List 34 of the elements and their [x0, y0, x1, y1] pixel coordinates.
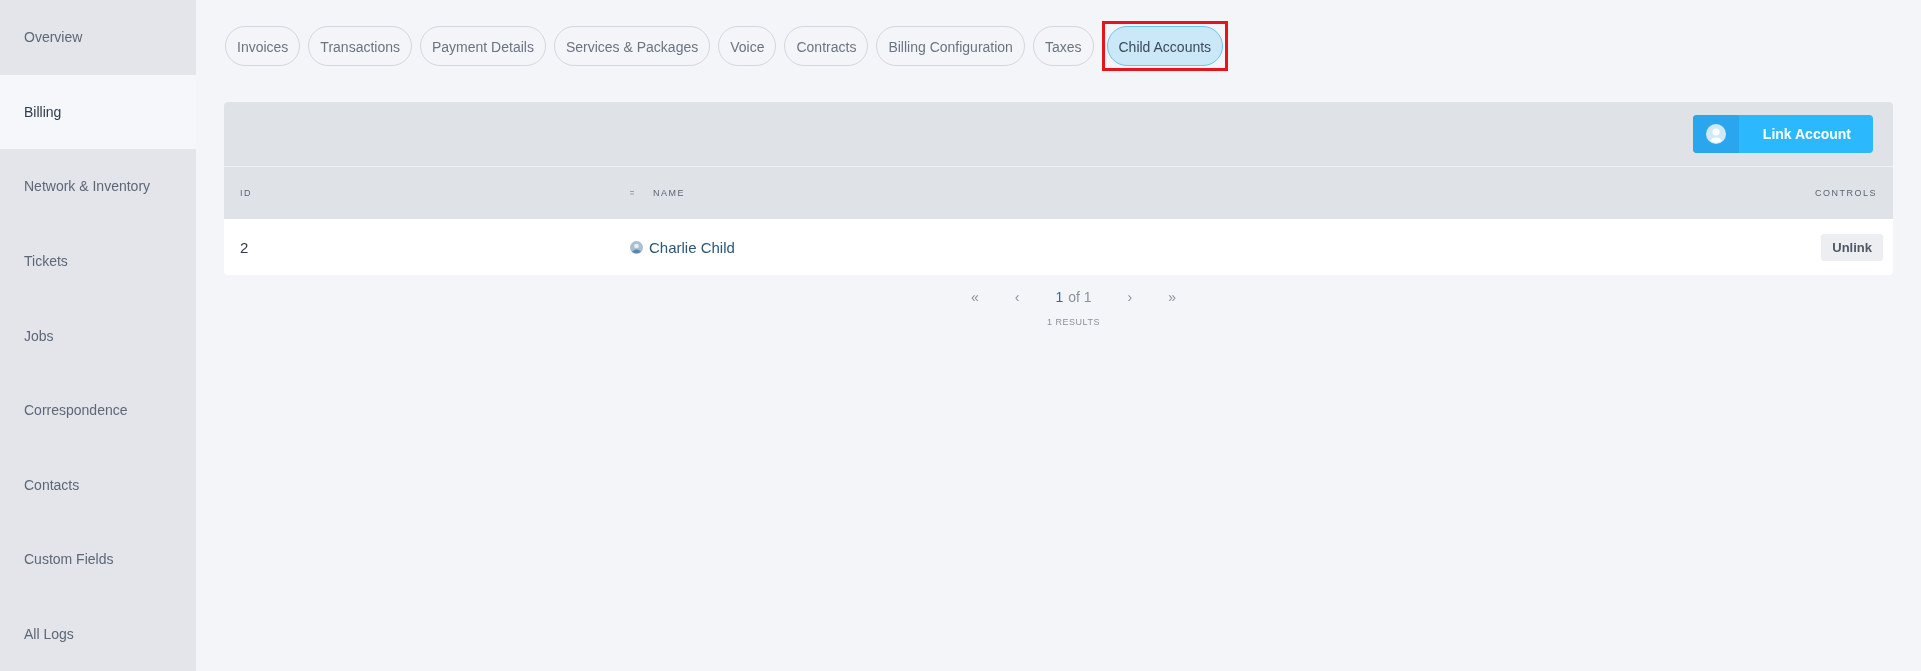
current-page: 1	[1055, 289, 1064, 305]
tab[interactable]: Voice	[718, 26, 777, 66]
next-page-button[interactable]: ›	[1127, 289, 1133, 305]
user-icon	[1705, 124, 1726, 144]
sidebar-item[interactable]: Tickets	[0, 223, 196, 299]
sidebar-item[interactable]: Jobs	[0, 298, 196, 373]
previous-page-button[interactable]: ‹	[1014, 289, 1020, 305]
avatar-icon	[630, 240, 643, 254]
tab[interactable]: Transactions	[308, 26, 412, 66]
sidebar-item[interactable]: Network & Inventory	[0, 149, 196, 224]
sidebar-item[interactable]: Correspondence	[0, 372, 196, 448]
tab[interactable]: Child Accounts	[1106, 26, 1224, 66]
tab[interactable]: Contracts	[784, 26, 869, 66]
tab[interactable]: Taxes	[1032, 26, 1094, 66]
sidebar-item[interactable]: Overview	[0, 0, 196, 75]
column-header[interactable]: NAME	[637, 188, 701, 198]
sidebar-item[interactable]: Custom Fields	[0, 521, 196, 597]
account-link[interactable]: Charlie Child	[649, 238, 735, 256]
results-count: 1 RESULTS	[1046, 317, 1101, 327]
first-page-button[interactable]: «	[970, 289, 979, 305]
column-header: CONTROLS	[1814, 188, 1878, 198]
sidebar-item[interactable]: Contacts	[0, 447, 196, 522]
sidebar-item[interactable]: All Logs	[0, 596, 196, 671]
column-header: ID	[239, 188, 253, 198]
sidebar-item[interactable]: Billing	[0, 74, 196, 150]
sort-icon[interactable]	[630, 191, 634, 195]
tab[interactable]: Services & Packages	[553, 26, 711, 66]
tab[interactable]: Invoices	[225, 26, 301, 66]
unlink-button[interactable]: Unlink	[1821, 233, 1883, 261]
table-cell-text: 2	[239, 238, 249, 256]
tab[interactable]: Billing Configuration	[876, 26, 1025, 66]
tab[interactable]: Payment Details	[420, 26, 546, 66]
last-page-button[interactable]: »	[1168, 289, 1177, 305]
page-count: of 1	[1068, 289, 1092, 305]
